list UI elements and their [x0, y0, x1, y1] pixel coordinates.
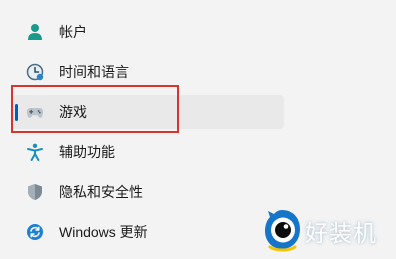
- account-icon: [28, 24, 42, 40]
- nav-item-privacy-security[interactable]: 隐私和安全性: [12, 175, 284, 209]
- watermark: 好装机: [258, 207, 394, 255]
- shield-icon: [28, 184, 42, 200]
- nav-item-label: 时间和语言: [59, 64, 129, 80]
- nav-item-label: Windows 更新: [59, 224, 148, 240]
- nav-item-accessibility[interactable]: 辅助功能: [12, 135, 284, 169]
- nav-item-label: 帐户: [59, 24, 87, 40]
- watermark-text: 好装机: [305, 221, 377, 247]
- nav-item-label: 隐私和安全性: [59, 184, 143, 200]
- highlight-annotation: [11, 85, 179, 133]
- nav-item-label: 辅助功能: [59, 144, 115, 160]
- time-language-icon: [26, 63, 44, 81]
- windows-update-icon: [27, 224, 43, 240]
- eye-logo-icon: [265, 210, 300, 252]
- nav-item-time-language[interactable]: 时间和语言: [12, 55, 284, 89]
- nav-item-accounts[interactable]: 帐户: [12, 15, 284, 49]
- accessibility-icon: [27, 143, 43, 161]
- nav-item-windows-update[interactable]: Windows 更新: [12, 215, 284, 249]
